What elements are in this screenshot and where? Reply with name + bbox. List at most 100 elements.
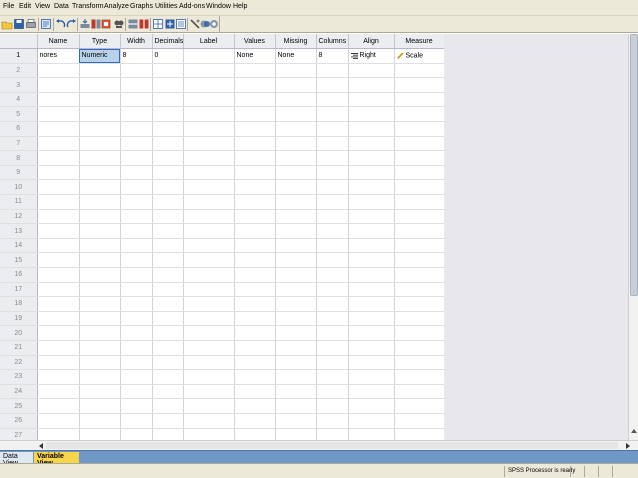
column-header-missing[interactable]: Missing bbox=[275, 34, 317, 50]
empty-cell[interactable] bbox=[37, 92, 80, 108]
empty-cell[interactable] bbox=[37, 179, 80, 196]
vertical-scroll-thumb[interactable] bbox=[630, 34, 638, 296]
empty-cell[interactable] bbox=[183, 252, 235, 268]
column-header-values[interactable]: Values bbox=[234, 34, 276, 50]
empty-cell[interactable] bbox=[37, 325, 80, 341]
empty-cell[interactable] bbox=[234, 121, 276, 137]
cell-align[interactable]: Right bbox=[348, 48, 395, 64]
horizontal-scrollbar[interactable] bbox=[0, 440, 638, 450]
empty-cell[interactable] bbox=[348, 179, 395, 196]
column-header-columns[interactable]: Columns bbox=[316, 34, 349, 50]
empty-cell[interactable] bbox=[152, 267, 184, 283]
empty-cell[interactable] bbox=[152, 398, 184, 414]
cell-columns[interactable]: 8 bbox=[316, 48, 349, 64]
scroll-up-arrow-icon[interactable] bbox=[631, 429, 637, 433]
row-number[interactable]: 6 bbox=[0, 121, 38, 137]
empty-cell[interactable] bbox=[37, 136, 80, 152]
menu-data[interactable]: Data bbox=[54, 3, 69, 10]
empty-cell[interactable] bbox=[316, 63, 349, 79]
empty-cell[interactable] bbox=[394, 252, 445, 268]
empty-cell[interactable] bbox=[394, 413, 445, 429]
empty-cell[interactable] bbox=[348, 165, 395, 181]
empty-cell[interactable] bbox=[275, 355, 317, 371]
empty-cell[interactable] bbox=[234, 77, 276, 93]
row-number[interactable]: 8 bbox=[0, 150, 38, 166]
empty-cell[interactable] bbox=[348, 369, 395, 385]
empty-cell[interactable] bbox=[79, 165, 121, 181]
empty-cell[interactable] bbox=[275, 92, 317, 108]
empty-cell[interactable] bbox=[37, 194, 80, 210]
empty-cell[interactable] bbox=[348, 340, 395, 356]
empty-cell[interactable] bbox=[234, 413, 276, 429]
empty-cell[interactable] bbox=[348, 398, 395, 414]
empty-cell[interactable] bbox=[316, 384, 349, 400]
row-number[interactable]: 20 bbox=[0, 325, 38, 341]
empty-cell[interactable] bbox=[37, 106, 80, 123]
empty-cell[interactable] bbox=[316, 106, 349, 123]
row-number[interactable]: 23 bbox=[0, 369, 38, 385]
row-number[interactable]: 16 bbox=[0, 267, 38, 283]
empty-cell[interactable] bbox=[37, 209, 80, 225]
row-number[interactable]: 3 bbox=[0, 77, 38, 93]
row-number[interactable]: 7 bbox=[0, 136, 38, 152]
empty-cell[interactable] bbox=[120, 209, 153, 225]
empty-cell[interactable] bbox=[394, 355, 445, 371]
empty-cell[interactable] bbox=[79, 369, 121, 385]
empty-cell[interactable] bbox=[275, 63, 317, 79]
empty-cell[interactable] bbox=[152, 209, 184, 225]
row-number[interactable]: 15 bbox=[0, 252, 38, 268]
row-number[interactable]: 4 bbox=[0, 92, 38, 108]
row-number[interactable]: 14 bbox=[0, 238, 38, 254]
scroll-left-arrow-icon[interactable] bbox=[39, 443, 43, 449]
print-icon[interactable] bbox=[25, 18, 37, 30]
empty-cell[interactable] bbox=[152, 223, 184, 239]
empty-cell[interactable] bbox=[79, 92, 121, 108]
empty-cell[interactable] bbox=[37, 413, 80, 429]
empty-cell[interactable] bbox=[234, 398, 276, 414]
empty-cell[interactable] bbox=[79, 428, 121, 440]
empty-cell[interactable] bbox=[316, 398, 349, 414]
empty-cell[interactable] bbox=[152, 296, 184, 312]
empty-cell[interactable] bbox=[394, 136, 445, 152]
empty-cell[interactable] bbox=[37, 282, 80, 298]
empty-cell[interactable] bbox=[316, 413, 349, 429]
empty-cell[interactable] bbox=[120, 92, 153, 108]
menu-add-ons[interactable]: Add-ons bbox=[179, 3, 205, 10]
row-number[interactable]: 24 bbox=[0, 384, 38, 400]
empty-cell[interactable] bbox=[234, 311, 276, 327]
empty-cell[interactable] bbox=[394, 165, 445, 181]
empty-cell[interactable] bbox=[183, 238, 235, 254]
empty-cell[interactable] bbox=[79, 282, 121, 298]
empty-cell[interactable] bbox=[183, 355, 235, 371]
empty-cell[interactable] bbox=[275, 223, 317, 239]
empty-cell[interactable] bbox=[152, 150, 184, 166]
empty-cell[interactable] bbox=[348, 92, 395, 108]
empty-cell[interactable] bbox=[275, 165, 317, 181]
empty-cell[interactable] bbox=[79, 398, 121, 414]
empty-cell[interactable] bbox=[79, 63, 121, 79]
empty-cell[interactable] bbox=[394, 428, 445, 440]
empty-cell[interactable] bbox=[79, 136, 121, 152]
empty-cell[interactable] bbox=[348, 355, 395, 371]
empty-cell[interactable] bbox=[275, 369, 317, 385]
empty-cell[interactable] bbox=[394, 150, 445, 166]
empty-cell[interactable] bbox=[275, 194, 317, 210]
row-number[interactable]: 10 bbox=[0, 179, 38, 196]
empty-cell[interactable] bbox=[275, 150, 317, 166]
menu-help[interactable]: Help bbox=[233, 3, 247, 10]
row-number[interactable]: 11 bbox=[0, 194, 38, 210]
cell-measure[interactable]: Scale bbox=[394, 48, 445, 64]
empty-cell[interactable] bbox=[120, 136, 153, 152]
empty-cell[interactable] bbox=[120, 150, 153, 166]
empty-cell[interactable] bbox=[79, 296, 121, 312]
empty-cell[interactable] bbox=[79, 355, 121, 371]
empty-cell[interactable] bbox=[348, 194, 395, 210]
empty-cell[interactable] bbox=[316, 340, 349, 356]
tab-data-view[interactable]: Data View bbox=[0, 452, 33, 467]
empty-cell[interactable] bbox=[37, 384, 80, 400]
empty-cell[interactable] bbox=[316, 77, 349, 93]
empty-cell[interactable] bbox=[234, 267, 276, 283]
redo-icon[interactable] bbox=[65, 18, 77, 30]
empty-cell[interactable] bbox=[316, 252, 349, 268]
tab-variable-view[interactable]: Variable View bbox=[34, 452, 79, 467]
